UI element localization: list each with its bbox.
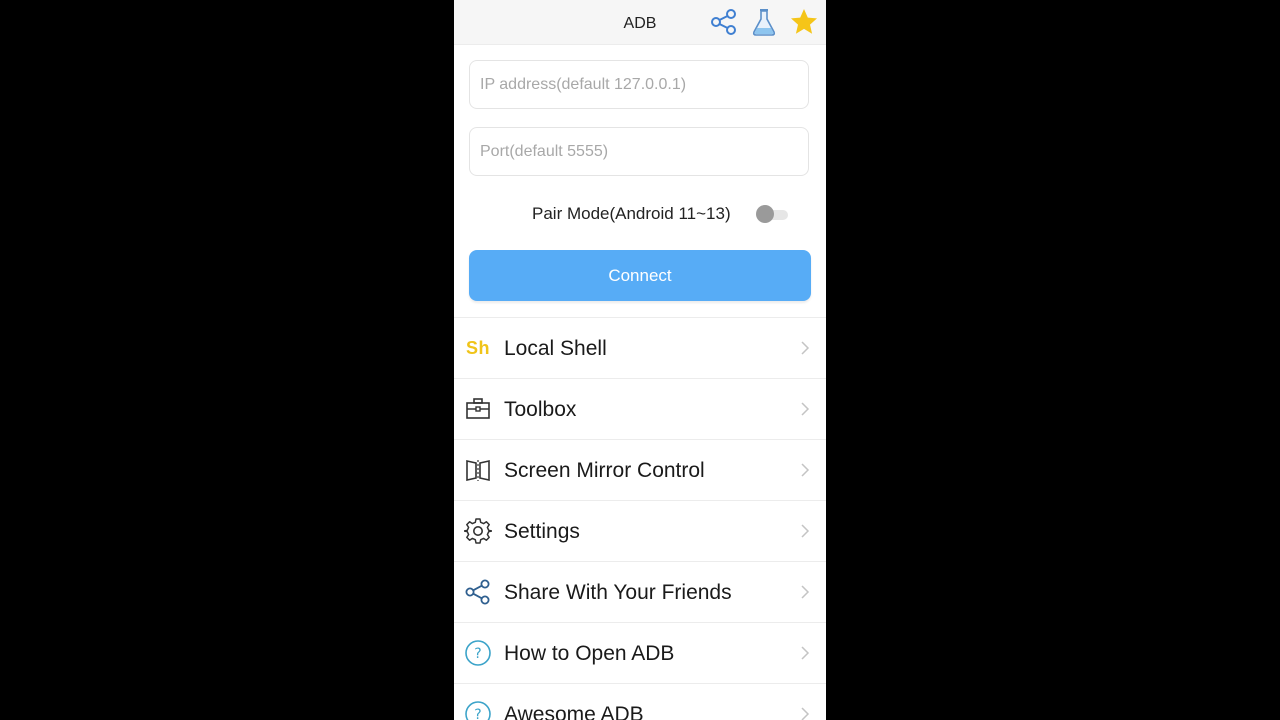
port-field[interactable] (469, 127, 809, 176)
chevron-right-icon (801, 402, 810, 416)
menu-item-label: Awesome ADB (504, 703, 644, 720)
pair-mode-toggle[interactable] (756, 204, 790, 224)
pair-mode-row: Pair Mode(Android 11~13) (454, 201, 826, 227)
toggle-thumb (756, 205, 774, 223)
menu-item-label: Toolbox (504, 398, 577, 421)
svg-text:?: ? (474, 646, 481, 662)
mirror-icon (464, 456, 492, 484)
menu-item-label: Share With Your Friends (504, 581, 732, 604)
chevron-right-icon (801, 585, 810, 599)
menu-item-settings[interactable]: Settings (454, 501, 826, 562)
chevron-right-icon (801, 341, 810, 355)
port-input[interactable] (470, 128, 808, 175)
svg-text:?: ? (474, 707, 481, 720)
menu-list: Sh Local Shell Toolbox Screen Mirror Con… (454, 317, 826, 720)
chevron-right-icon (801, 524, 810, 538)
pair-mode-label: Pair Mode(Android 11~13) (532, 204, 731, 223)
share-icon[interactable] (708, 6, 740, 38)
menu-item-screen-mirror[interactable]: Screen Mirror Control (454, 440, 826, 501)
menu-item-label: How to Open ADB (504, 642, 675, 665)
menu-item-how-to-open-adb[interactable]: ? How to Open ADB (454, 623, 826, 684)
app-bar: ADB (454, 0, 826, 45)
star-icon[interactable] (788, 6, 820, 38)
chevron-right-icon (801, 707, 810, 720)
menu-item-label: Screen Mirror Control (504, 459, 705, 482)
menu-item-toolbox[interactable]: Toolbox (454, 379, 826, 440)
toolbox-icon (464, 395, 492, 423)
sh-icon: Sh (465, 337, 490, 358)
menu-item-label: Settings (504, 520, 580, 543)
phone-screen: ADB IP address(default 127.0.0.1) Port(d… (454, 0, 826, 720)
share-icon (464, 578, 492, 606)
menu-item-local-shell[interactable]: Sh Local Shell (454, 318, 826, 379)
connect-button[interactable]: Connect (469, 250, 811, 301)
menu-item-awesome-adb[interactable]: ? Awesome ADB (454, 684, 826, 720)
help-icon: ? (464, 639, 492, 667)
help-icon: ? (464, 700, 492, 720)
ip-address-field[interactable] (469, 60, 809, 109)
menu-item-share[interactable]: Share With Your Friends (454, 562, 826, 623)
ip-address-input[interactable] (470, 61, 808, 108)
chevron-right-icon (801, 463, 810, 477)
chevron-right-icon (801, 646, 810, 660)
flask-icon[interactable] (748, 6, 780, 38)
gear-icon (464, 517, 492, 545)
menu-item-label: Local Shell (504, 337, 607, 360)
